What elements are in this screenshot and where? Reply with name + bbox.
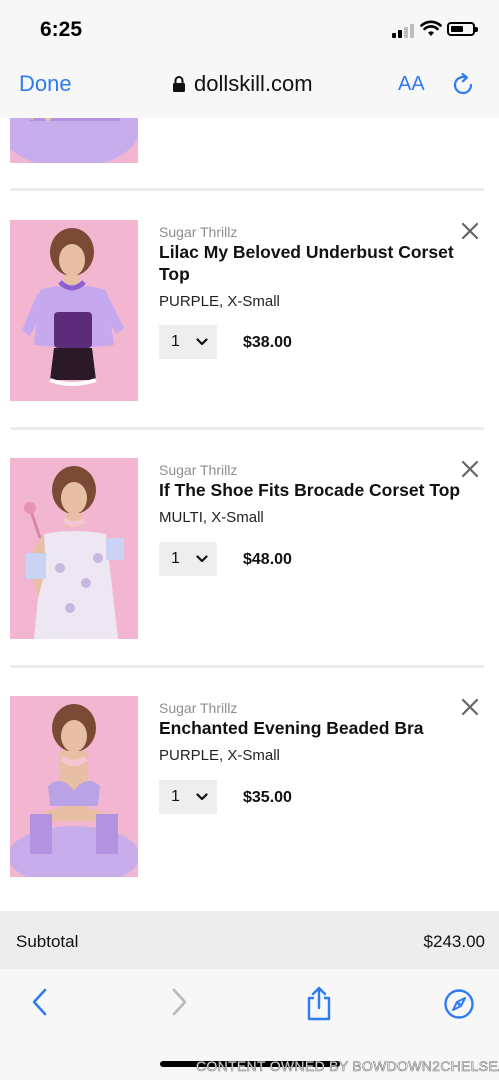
quantity-select[interactable]: 1: [159, 542, 217, 576]
chevron-down-icon: [196, 555, 208, 563]
product-price: $35.00: [243, 789, 292, 806]
product-image[interactable]: [10, 458, 138, 639]
divider: [10, 665, 484, 668]
subtotal-value: $243.00: [423, 932, 485, 951]
remove-item-icon[interactable]: [461, 222, 479, 240]
product-brand: Sugar Thrillz: [159, 700, 238, 716]
subtotal-label: Subtotal: [16, 932, 79, 951]
quantity-select[interactable]: 1: [159, 325, 217, 359]
product-image-partial: [10, 118, 138, 163]
product-brand: Sugar Thrillz: [159, 462, 238, 478]
quantity-value: 1: [171, 788, 180, 805]
remove-item-icon[interactable]: [461, 698, 479, 716]
browser-toolbar: CONTENT OWNED BY BOWDOWN2CHELSEA: [0, 969, 499, 1080]
divider: [10, 188, 484, 191]
product-name[interactable]: Enchanted Evening Beaded Bra: [159, 717, 469, 739]
reload-icon[interactable]: [452, 72, 476, 98]
status-bar: 6:25: [0, 0, 499, 58]
chevron-down-icon: [196, 793, 208, 801]
product-image[interactable]: [10, 696, 138, 877]
product-variant: PURPLE, X-Small: [159, 293, 280, 310]
battery-icon: [447, 22, 478, 36]
product-price: $48.00: [243, 551, 292, 568]
product-variant: PURPLE, X-Small: [159, 747, 280, 764]
product-price: $38.00: [243, 334, 292, 351]
done-button[interactable]: Done: [19, 71, 72, 97]
cart-item: Sugar Thrillz Enchanted Evening Beaded B…: [0, 696, 499, 877]
watermark-text: CONTENT OWNED BY BOWDOWN2CHELSEA: [196, 1058, 499, 1075]
chevron-down-icon: [196, 338, 208, 346]
compass-icon[interactable]: [443, 988, 475, 1020]
forward-icon[interactable]: [170, 987, 188, 1017]
divider: [10, 427, 484, 430]
url-domain: dollskill.com: [194, 71, 313, 96]
back-icon[interactable]: [31, 987, 49, 1017]
address-bar[interactable]: dollskill.com: [172, 71, 313, 97]
cart-item: Sugar Thrillz Lilac My Beloved Underbust…: [0, 220, 499, 401]
share-icon[interactable]: [305, 985, 333, 1021]
text-size-button[interactable]: AA: [398, 73, 425, 96]
quantity-select[interactable]: 1: [159, 780, 217, 814]
remove-item-icon[interactable]: [461, 460, 479, 478]
product-name[interactable]: If The Shoe Fits Brocade Corset Top: [159, 479, 469, 501]
cart-list: Sugar Thrillz Lilac My Beloved Underbust…: [0, 118, 499, 911]
wifi-icon: [420, 20, 442, 36]
browser-nav-bar: Done dollskill.com AA: [0, 58, 499, 119]
lock-icon: [173, 76, 185, 92]
product-brand: Sugar Thrillz: [159, 224, 238, 240]
quantity-value: 1: [171, 333, 180, 350]
quantity-value: 1: [171, 550, 180, 567]
subtotal-bar: Subtotal $243.00: [0, 911, 499, 969]
cart-item: Sugar Thrillz If The Shoe Fits Brocade C…: [0, 458, 499, 639]
text-size-label: AA: [398, 73, 425, 95]
product-name[interactable]: Lilac My Beloved Underbust Corset Top: [159, 241, 469, 285]
status-time: 6:25: [40, 18, 83, 41]
product-variant: MULTI, X-Small: [159, 509, 264, 526]
cellular-signal-icon: [392, 24, 414, 38]
product-image[interactable]: [10, 220, 138, 401]
